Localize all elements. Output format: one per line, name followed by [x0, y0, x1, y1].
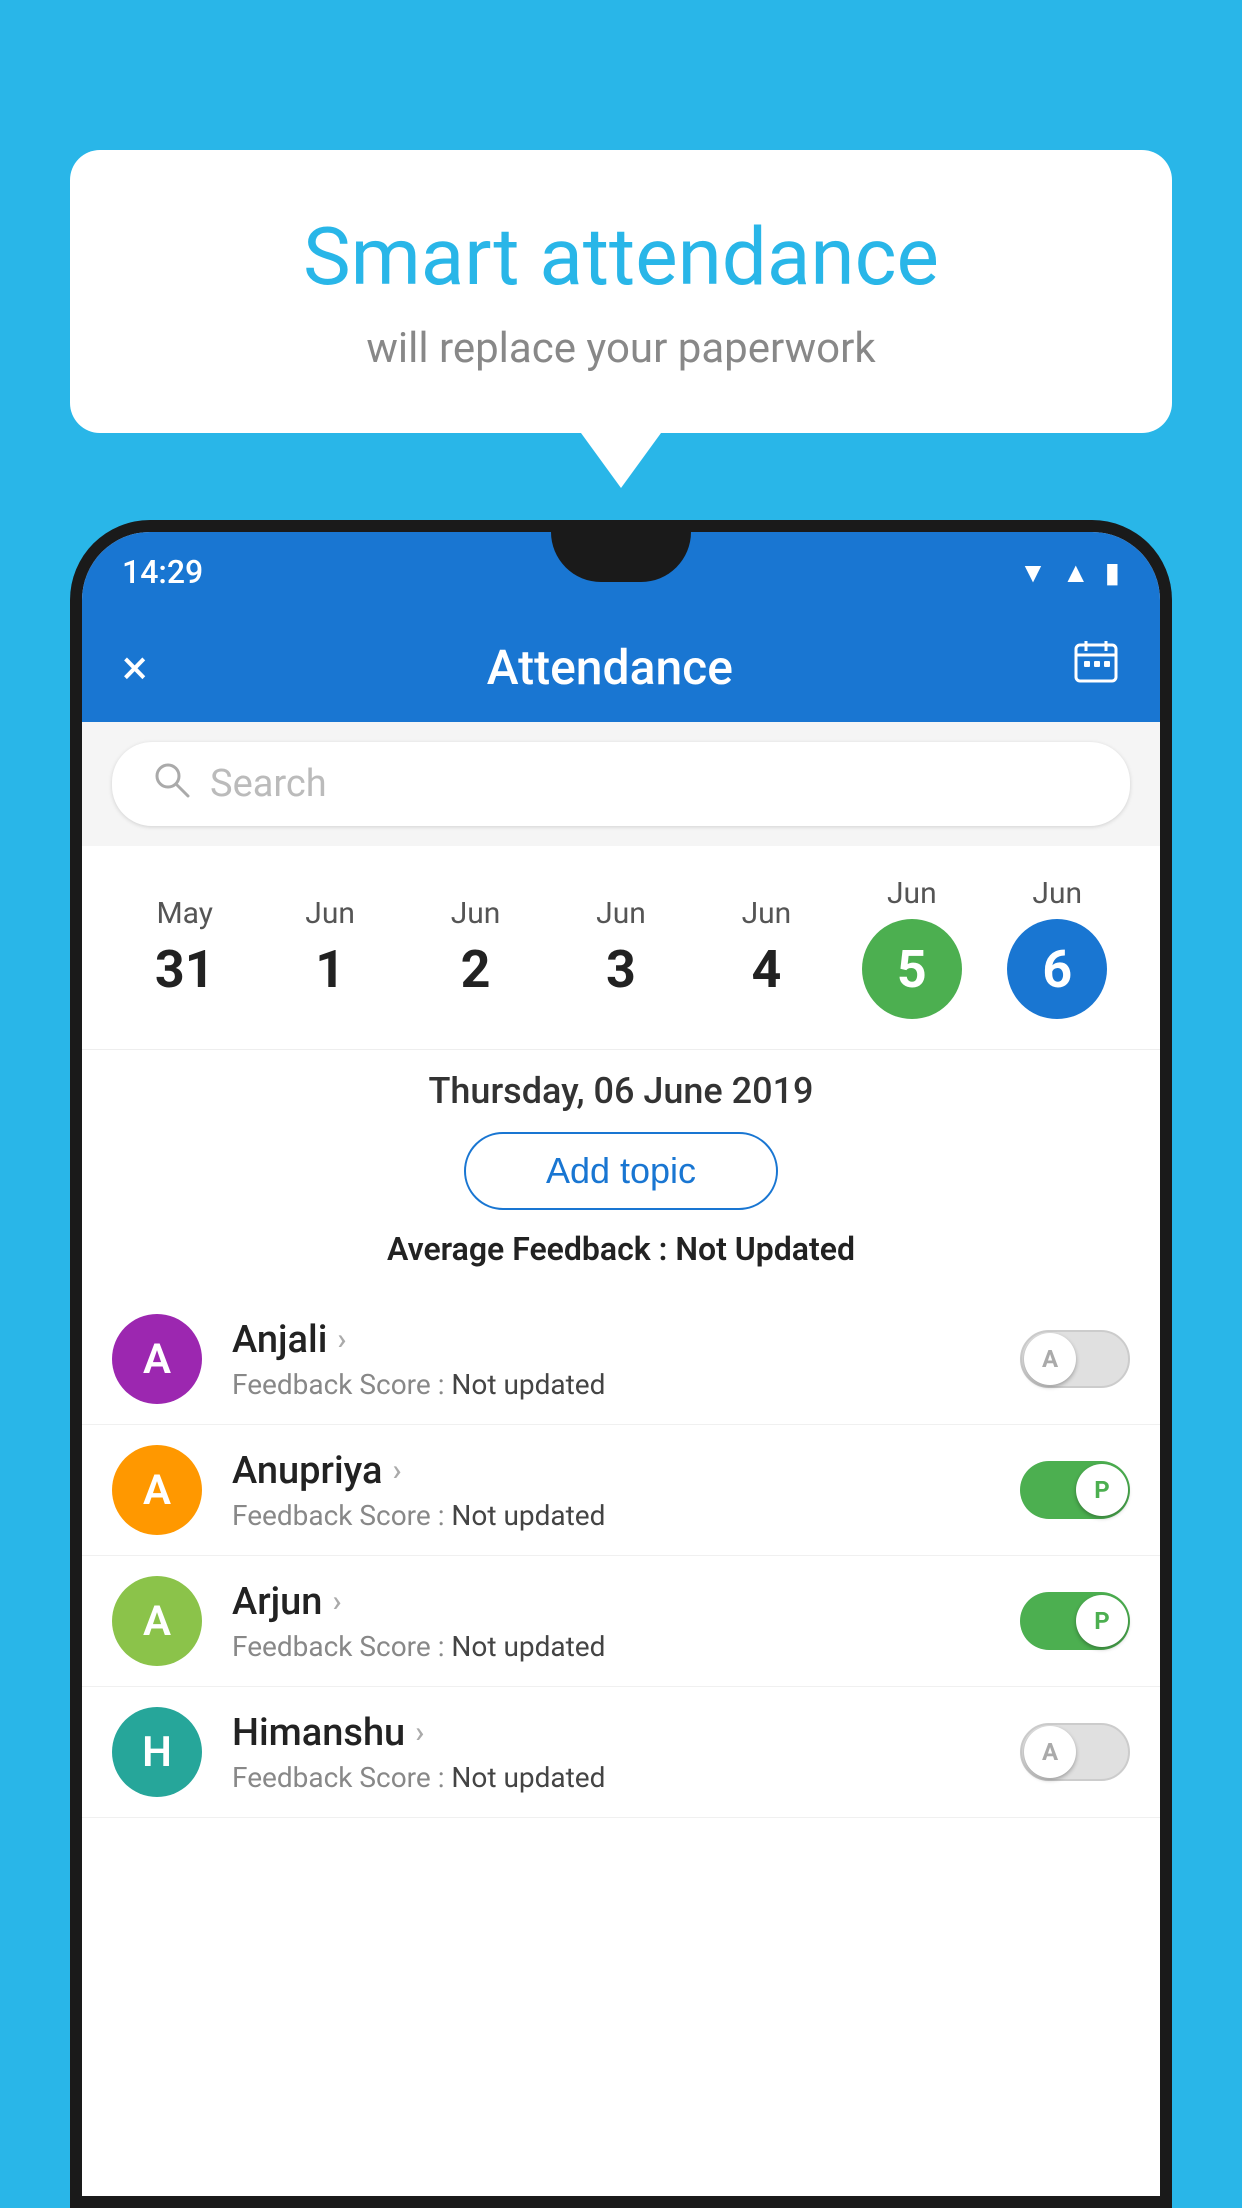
feedback-score-himanshu: Feedback Score : Not updated [232, 1761, 1020, 1794]
student-item-himanshu[interactable]: H Himanshu › Feedback Score : Not update… [82, 1687, 1160, 1818]
chevron-icon: › [332, 1584, 341, 1619]
chevron-icon: › [337, 1322, 346, 1357]
feedback-score-arjun: Feedback Score : Not updated [232, 1630, 1020, 1663]
student-name-anupriya: Anupriya › [232, 1449, 1020, 1493]
student-info-anjali: Anjali › Feedback Score : Not updated [232, 1318, 1020, 1401]
avg-feedback-text: Average Feedback : Not Updated [112, 1230, 1130, 1268]
student-info-arjun: Arjun › Feedback Score : Not updated [232, 1580, 1020, 1663]
selected-date-text: Thursday, 06 June 2019 [112, 1070, 1130, 1112]
student-info-himanshu: Himanshu › Feedback Score : Not updated [232, 1711, 1020, 1794]
phone-frame: 14:29 ▼ ▲ ▮ × Attendance [70, 520, 1172, 2208]
signal-icon: ▲ [1062, 556, 1090, 589]
student-list: A Anjali › Feedback Score : Not updated … [82, 1294, 1160, 1818]
avg-feedback-label: Average Feedback : [387, 1230, 675, 1268]
wifi-icon: ▼ [1019, 556, 1047, 589]
search-container: Search [82, 722, 1160, 846]
search-bar[interactable]: Search [112, 742, 1130, 826]
app-bar-title: Attendance [487, 639, 733, 696]
status-icons: ▼ ▲ ▮ [1019, 556, 1120, 589]
toggle-anupriya[interactable]: P [1020, 1461, 1130, 1519]
date-may31[interactable]: May 31 [112, 886, 257, 1010]
chevron-icon: › [415, 1715, 424, 1750]
avg-feedback-value: Not Updated [675, 1230, 855, 1268]
toggle-arjun[interactable]: P [1020, 1592, 1130, 1650]
status-bar: 14:29 ▼ ▲ ▮ [82, 532, 1160, 612]
student-name-anjali: Anjali › [232, 1318, 1020, 1362]
status-time: 14:29 [122, 553, 203, 591]
student-item-anupriya[interactable]: A Anupriya › Feedback Score : Not update… [82, 1425, 1160, 1556]
feedback-score-anjali: Feedback Score : Not updated [232, 1368, 1020, 1401]
avatar-anjali: A [112, 1314, 202, 1404]
toggle-anjali[interactable]: A [1020, 1330, 1130, 1388]
student-name-arjun: Arjun › [232, 1580, 1020, 1624]
chevron-icon: › [392, 1453, 401, 1488]
add-topic-button[interactable]: Add topic [464, 1132, 778, 1210]
speech-bubble: Smart attendance will replace your paper… [70, 150, 1172, 433]
app-bar: × Attendance [82, 612, 1160, 722]
battery-icon: ▮ [1105, 556, 1120, 589]
date-jun2[interactable]: Jun 2 [403, 886, 548, 1010]
feedback-score-anupriya: Feedback Score : Not updated [232, 1499, 1020, 1532]
date-jun1[interactable]: Jun 1 [257, 886, 402, 1010]
speech-bubble-subtitle: will replace your paperwork [150, 324, 1092, 373]
phone-screen: 14:29 ▼ ▲ ▮ × Attendance [82, 532, 1160, 2196]
selected-date-section: Thursday, 06 June 2019 Add topic Average… [82, 1049, 1160, 1294]
speech-bubble-title: Smart attendance [150, 210, 1092, 304]
search-placeholder: Search [210, 762, 327, 806]
avatar-anupriya: A [112, 1445, 202, 1535]
speech-bubble-tail [581, 433, 661, 488]
calendar-icon[interactable] [1072, 637, 1120, 697]
speech-bubble-section: Smart attendance will replace your paper… [70, 150, 1172, 488]
student-item-anjali[interactable]: A Anjali › Feedback Score : Not updated … [82, 1294, 1160, 1425]
student-info-anupriya: Anupriya › Feedback Score : Not updated [232, 1449, 1020, 1532]
date-jun4[interactable]: Jun 4 [694, 886, 839, 1010]
avatar-arjun: A [112, 1576, 202, 1666]
student-name-himanshu: Himanshu › [232, 1711, 1020, 1755]
date-jun5[interactable]: Jun 5 [839, 866, 984, 1029]
avatar-himanshu: H [112, 1707, 202, 1797]
notch [551, 532, 691, 582]
close-icon[interactable]: × [122, 639, 148, 696]
date-jun3[interactable]: Jun 3 [548, 886, 693, 1010]
date-jun6[interactable]: Jun 6 [985, 866, 1130, 1029]
toggle-himanshu[interactable]: A [1020, 1723, 1130, 1781]
student-item-arjun[interactable]: A Arjun › Feedback Score : Not updated P [82, 1556, 1160, 1687]
date-picker: May 31 Jun 1 Jun 2 Jun 3 Jun 4 [82, 846, 1160, 1049]
search-icon [152, 760, 190, 808]
